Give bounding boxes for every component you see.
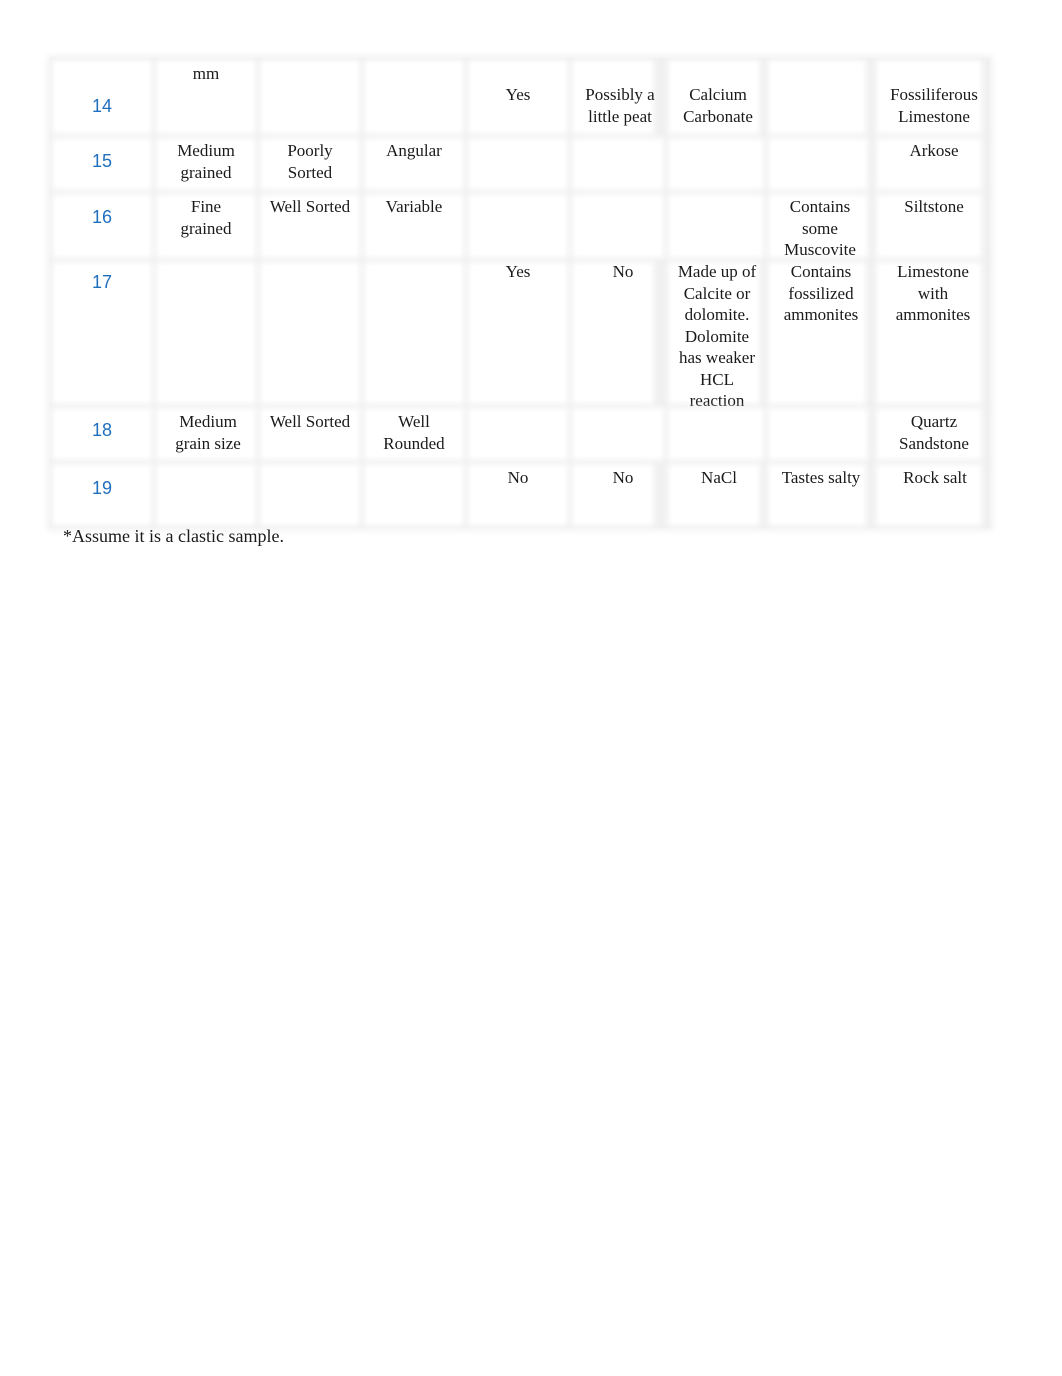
cell-other: Contains fossilized ammonites <box>766 260 868 406</box>
row-number: 19 <box>91 478 113 498</box>
sorting-text: Well Sorted <box>269 197 351 216</box>
cell-number: 18 <box>50 406 154 462</box>
cell-rounding: Variable <box>362 192 466 260</box>
cell-fizzes <box>466 406 570 462</box>
rock-name-text: Fossiliferous Limestone <box>890 85 978 126</box>
cell-other <box>766 136 870 192</box>
table-row: 17 Yes No Made up of Calcite or dolomite… <box>50 260 990 410</box>
cell-rock-name: Siltstone <box>874 192 984 260</box>
cell-composition: NaCl <box>666 462 762 528</box>
cell-sorting <box>258 260 362 406</box>
rock-name-text: Quartz Sandstone <box>899 412 969 453</box>
cell-composition <box>666 192 766 260</box>
cell-fizzes <box>466 192 570 260</box>
table-row: 16 Fine grained Well Sorted Variable Con… <box>50 192 990 260</box>
cell-sorting: Poorly Sorted <box>258 136 362 192</box>
cell-fizzes <box>466 136 570 192</box>
cell-sorting <box>258 462 362 528</box>
cell-grain-size: Medium grained <box>154 136 258 192</box>
row-number: 14 <box>91 96 113 116</box>
grain-size-text: Medium grain size <box>175 412 241 453</box>
organic-text: No <box>612 262 634 281</box>
cell-rock-name: Limestone with ammonites <box>874 260 984 406</box>
cell-organic: No <box>570 260 656 406</box>
cell-rock-name: Rock salt <box>874 462 984 528</box>
row-number: 17 <box>91 272 113 292</box>
cell-fizzes: Yes <box>466 58 570 136</box>
cell-rounding <box>362 58 466 136</box>
rock-name-text: Rock salt <box>903 468 967 487</box>
fizzes-text: No <box>507 468 529 487</box>
cell-sorting: Well Sorted <box>258 192 362 260</box>
cell-organic <box>570 136 666 192</box>
cell-sorting: Well Sorted <box>258 406 362 462</box>
row-number: 18 <box>91 420 113 440</box>
grain-size-text: Fine grained <box>180 197 232 238</box>
rock-name-text: Siltstone <box>904 197 964 216</box>
cell-rock-name: Arkose <box>874 136 984 192</box>
cell-rounding <box>362 462 466 528</box>
cell-grain-size <box>154 462 258 528</box>
composition-text: NaCl <box>701 468 737 487</box>
cell-number: 14 <box>50 58 154 136</box>
cell-sorting <box>258 58 362 136</box>
grain-size-text: mm <box>192 64 220 83</box>
row-number: 16 <box>91 207 113 227</box>
cell-composition <box>666 136 766 192</box>
sorting-text: Well Sorted <box>269 412 351 431</box>
cell-rounding: Angular <box>362 136 466 192</box>
cell-other <box>766 406 870 462</box>
cell-grain-size <box>154 260 258 406</box>
table-row: 15 Medium grained Poorly Sorted Angular … <box>50 136 990 192</box>
row-number: 15 <box>91 151 113 171</box>
cell-other: Tastes salty <box>766 462 868 528</box>
cell-grain-size: Medium grain size <box>154 406 258 462</box>
cell-rounding: Well Rounded <box>362 406 466 462</box>
cell-organic <box>570 192 666 260</box>
cell-composition <box>666 406 766 462</box>
cell-organic <box>570 406 666 462</box>
cell-rock-name: Fossiliferous Limestone <box>874 58 984 136</box>
cell-grain-size: mm <box>154 58 258 136</box>
other-text: Tastes salty <box>781 468 861 487</box>
table-row: 14 mm Yes Possibly a little peat Calcium… <box>50 58 990 136</box>
cell-number: 17 <box>50 260 154 406</box>
rock-name-text: Arkose <box>909 141 959 160</box>
cell-organic: Possibly a little peat <box>570 58 656 136</box>
footnote: *Assume it is a clastic sample. <box>63 526 284 546</box>
fizzes-text: Yes <box>505 262 531 281</box>
composition-text: Made up of Calcite or dolomite. Dolomite… <box>677 262 757 410</box>
cell-fizzes: No <box>466 462 570 528</box>
cell-fizzes: Yes <box>466 260 570 406</box>
cell-grain-size: Fine grained <box>154 192 258 260</box>
rounding-text: Variable <box>385 197 443 216</box>
other-text: Contains some Muscovite <box>784 197 856 259</box>
cell-number: 15 <box>50 136 154 192</box>
rounding-text: Angular <box>386 141 442 160</box>
organic-text: Possibly a little peat <box>585 85 655 126</box>
sorting-text: Poorly Sorted <box>287 141 333 182</box>
cell-organic: No <box>570 462 656 528</box>
rock-name-text: Limestone with ammonites <box>895 262 971 324</box>
table-row: 19 No No NaCl Tastes salty Rock salt <box>50 462 990 528</box>
rounding-text: Well Rounded <box>383 412 445 453</box>
cell-rock-name: Quartz Sandstone <box>874 406 984 462</box>
table-row: 18 Medium grain size Well Sorted Well Ro… <box>50 406 990 462</box>
grain-size-text: Medium grained <box>177 141 235 182</box>
other-text: Contains fossilized ammonites <box>783 262 859 324</box>
cell-rounding <box>362 260 466 406</box>
cell-other: Contains some Muscovite <box>766 192 870 260</box>
cell-composition: Calcium Carbonate <box>666 58 762 136</box>
composition-text: Calcium Carbonate <box>683 85 753 126</box>
organic-text: No <box>612 468 634 487</box>
cell-number: 19 <box>50 462 154 528</box>
cell-composition: Made up of Calcite or dolomite. Dolomite… <box>666 260 762 410</box>
fizzes-text: Yes <box>505 85 531 104</box>
cell-other <box>766 58 868 136</box>
cell-number: 16 <box>50 192 154 260</box>
